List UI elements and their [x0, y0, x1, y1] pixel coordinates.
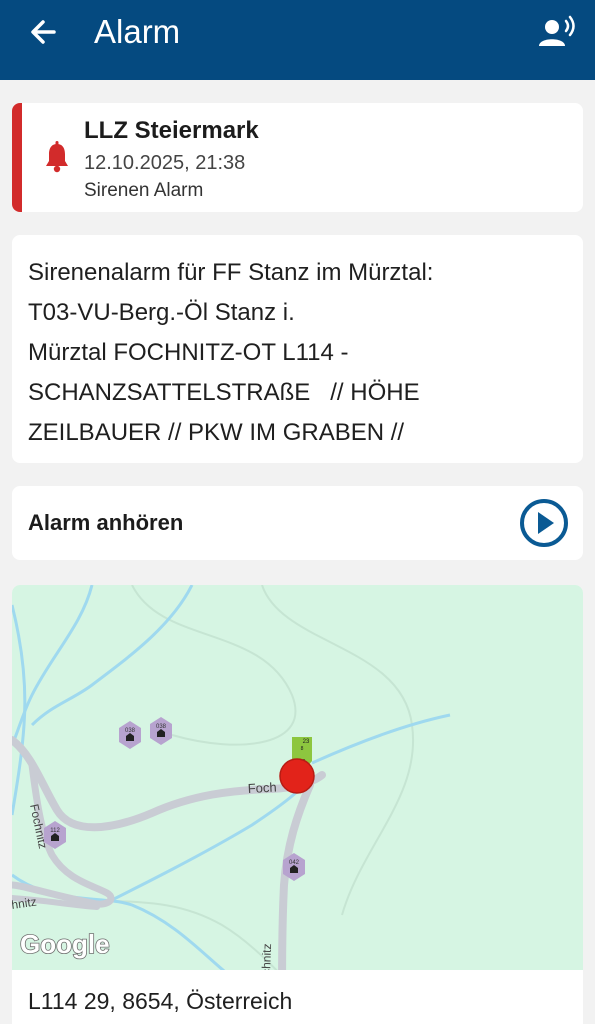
- alarm-accent-stripe: [12, 103, 22, 212]
- house-number: 038: [125, 728, 136, 734]
- marker-label: 23: [303, 739, 310, 745]
- google-logo: Google: [20, 929, 110, 959]
- message-line: ZEILBAUER // PKW IM GRABEN //: [28, 419, 405, 446]
- arrow-back-icon[interactable]: [24, 12, 64, 52]
- message-line: Sirenenalarm für FF Stanz im Mürztal:: [28, 259, 434, 286]
- alarm-type: Sirenen Alarm: [84, 180, 204, 201]
- alarm-organisation: LLZ Steiermark: [84, 117, 259, 144]
- message-line: T03-VU-Berg.-Öl Stanz i.: [28, 299, 295, 326]
- person-voice-icon[interactable]: [537, 14, 577, 50]
- page-title: Alarm: [94, 13, 181, 50]
- marker-label: 8: [301, 746, 304, 752]
- map-card[interactable]: Foch Fochnitz hnitz chnitz 038 038 112 0…: [12, 585, 583, 1024]
- alarm-card[interactable]: LLZ Steiermark 12.10.2025, 21:38 Sirenen…: [12, 103, 583, 212]
- house-number: 112: [50, 828, 60, 834]
- message-line: Mürztal FOCHNITZ-OT L114 -: [28, 339, 349, 366]
- app-bar: Alarm: [0, 0, 595, 80]
- play-circle-icon[interactable]: [519, 498, 569, 548]
- bell-icon: [46, 141, 68, 173]
- listen-alarm-label: Alarm anhören: [28, 510, 184, 535]
- map-address: L114 29, 8654, Österreich: [28, 988, 293, 1014]
- alarm-message: Sirenenalarm für FF Stanz im Mürztal: T0…: [28, 253, 558, 453]
- house-number: 038: [156, 724, 167, 730]
- alarm-message-card: Sirenenalarm für FF Stanz im Mürztal: T0…: [12, 235, 583, 463]
- map[interactable]: Foch Fochnitz hnitz chnitz 038 038 112 0…: [12, 585, 583, 1024]
- message-line: SCHANZSATTELSTRAßE // HÖHE: [28, 379, 420, 406]
- road-label: Foch: [247, 780, 277, 796]
- house-number: 042: [289, 860, 300, 866]
- listen-alarm-row[interactable]: Alarm anhören: [12, 486, 583, 560]
- alarm-timestamp: 12.10.2025, 21:38: [84, 152, 246, 174]
